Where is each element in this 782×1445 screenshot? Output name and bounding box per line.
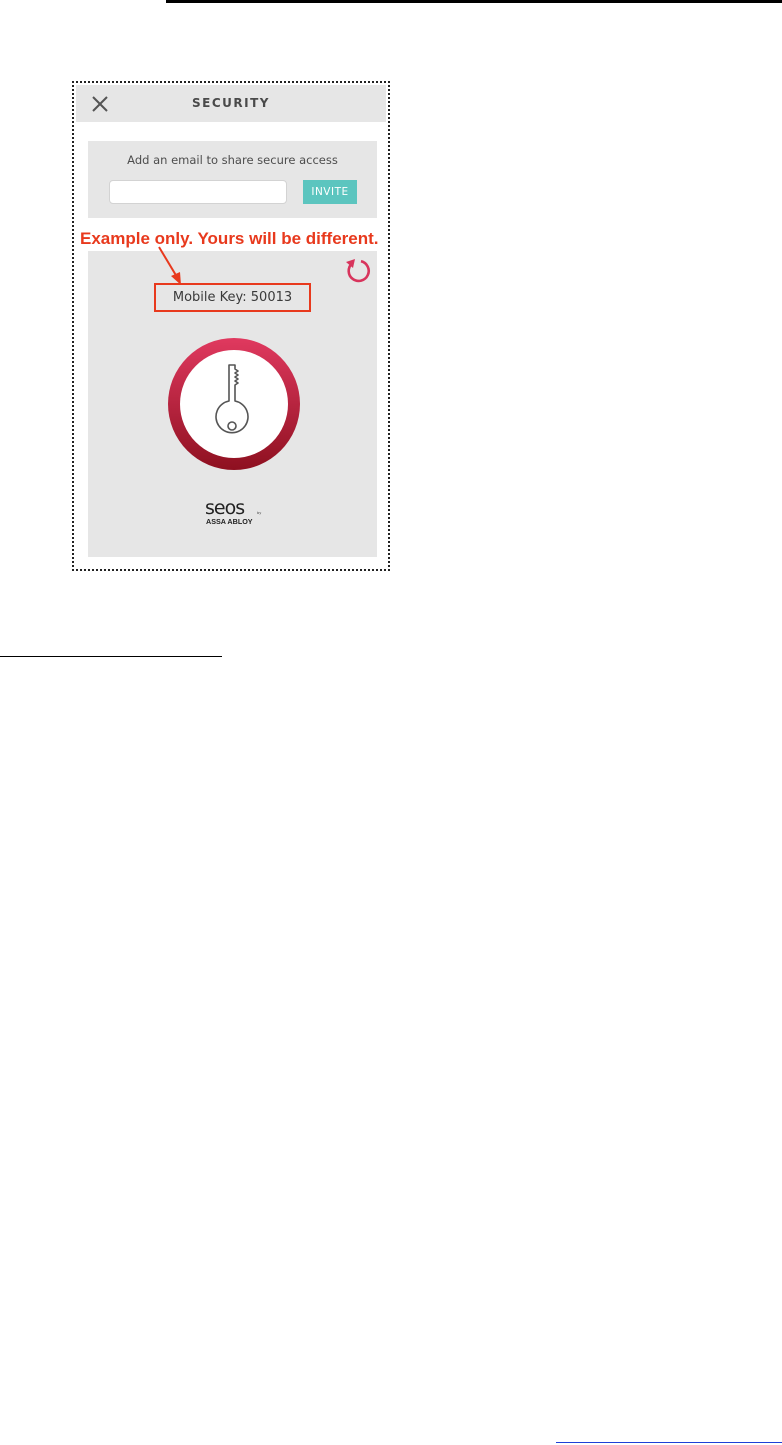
bottom-link-underline bbox=[556, 1442, 782, 1443]
svg-text:seos: seos bbox=[205, 497, 244, 519]
share-access-panel: Add an email to share secure access INVI… bbox=[88, 141, 377, 218]
page-title: SECURITY bbox=[192, 96, 270, 110]
seos-assa-abloy-logo: seos by ASSA ABLOY bbox=[205, 497, 261, 526]
share-access-label: Add an email to share secure access bbox=[127, 153, 338, 167]
svg-text:by: by bbox=[257, 511, 261, 515]
refresh-icon[interactable] bbox=[342, 255, 372, 285]
footnote-rule bbox=[0, 656, 222, 657]
mobile-key-panel: Mobile Key: 50013 seos by ASSA ABLOY bbox=[88, 251, 377, 557]
mobile-key-highlight: Mobile Key: 50013 bbox=[154, 283, 311, 312]
top-rule bbox=[166, 0, 782, 3]
invite-button[interactable]: INVITE bbox=[303, 180, 357, 204]
svg-text:ASSA ABLOY: ASSA ABLOY bbox=[206, 517, 253, 526]
mobile-key-label: Mobile Key: 50013 bbox=[172, 290, 293, 305]
security-header: SECURITY bbox=[76, 85, 386, 122]
annotation-arrow bbox=[158, 246, 181, 285]
example-annotation: Example only. Yours will be different. bbox=[80, 229, 379, 248]
email-field[interactable] bbox=[109, 180, 287, 204]
key-unlock-button[interactable] bbox=[167, 337, 301, 471]
screenshot-frame: SECURITY Add an email to share secure ac… bbox=[72, 81, 390, 571]
